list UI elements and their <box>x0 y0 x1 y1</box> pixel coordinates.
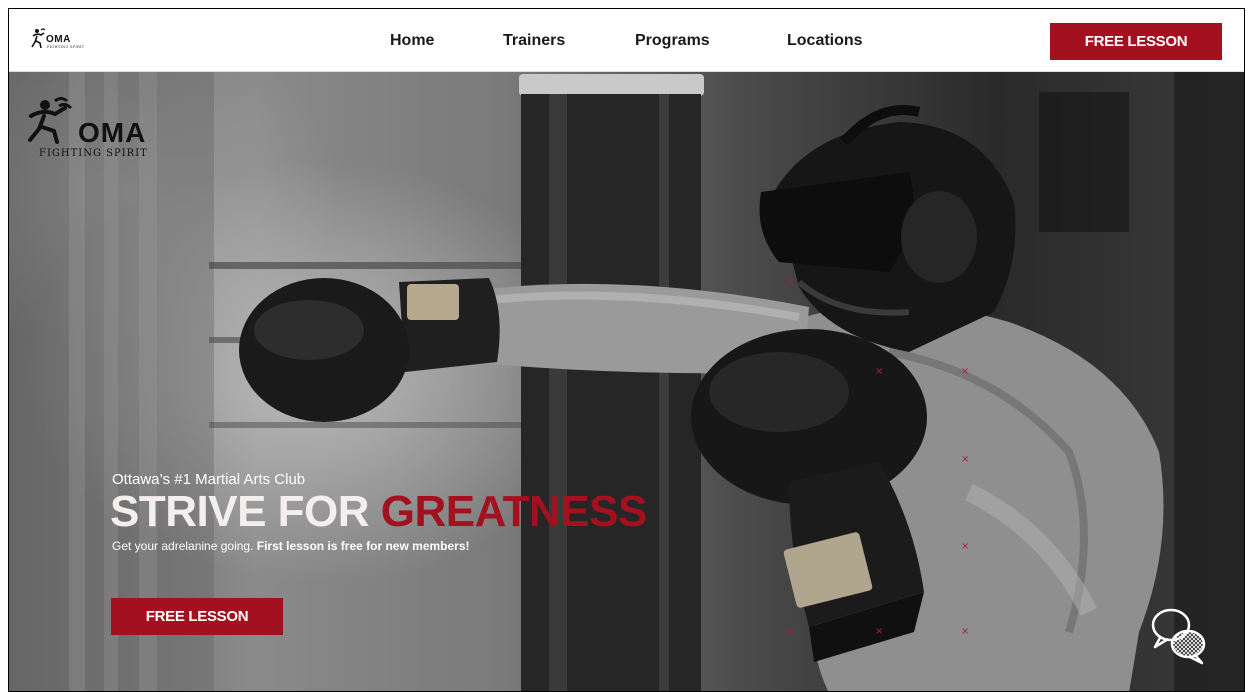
nav-link-trainers[interactable]: Trainers <box>503 32 565 50</box>
nav-link-home[interactable]: Home <box>390 32 434 50</box>
fighter-logo-icon <box>28 97 73 144</box>
top-nav: OMA FIGHTING SPIRIT Home Trainers Progra… <box>9 9 1244 72</box>
hero-subtitle-plain: Get your adrelanine going. <box>112 539 257 553</box>
decorative-x-mark: × <box>786 276 795 287</box>
hero-title: STRIVE FOR GREATNESS <box>110 487 647 537</box>
hero-free-lesson-button[interactable]: FREE LESSON <box>111 598 283 635</box>
page-frame: OMA FIGHTING SPIRIT Home Trainers Progra… <box>8 8 1245 692</box>
nav-free-lesson-button[interactable]: FREE LESSON <box>1050 23 1222 60</box>
chat-bubbles-icon <box>1151 608 1206 665</box>
hero-title-accent: GREATNESS <box>380 487 648 536</box>
nav-link-locations[interactable]: Locations <box>787 32 863 50</box>
decorative-x-mark: × <box>875 366 884 377</box>
decorative-x-mark: × <box>786 626 795 637</box>
hero-logo-tagline: FIGHTING SPIRIT <box>39 148 148 159</box>
nav-link-programs[interactable]: Programs <box>635 32 710 50</box>
hero-logo-word: OMA <box>78 117 147 148</box>
hero-eyebrow: Ottawa’s #1 Martial Arts Club <box>112 471 306 488</box>
chat-widget[interactable] <box>1150 603 1208 665</box>
decorative-x-mark: × <box>961 541 970 552</box>
hero-logo: OMA FIGHTING SPIRIT <box>25 96 195 166</box>
decorative-x-mark: × <box>961 626 970 637</box>
decorative-x-mark: × <box>875 626 884 637</box>
hero-section: × × × × × × × × OMA FIGHTING SPIRIT Otta… <box>9 72 1244 691</box>
hero-subtitle-bold: First lesson is free for new members! <box>256 539 470 553</box>
hero-subtitle: Get your adrelanine going. First lesson … <box>112 539 470 553</box>
decorative-x-mark: × <box>961 366 970 377</box>
decorative-x-mark: × <box>961 454 970 465</box>
hero-title-light: STRIVE FOR <box>110 487 381 536</box>
